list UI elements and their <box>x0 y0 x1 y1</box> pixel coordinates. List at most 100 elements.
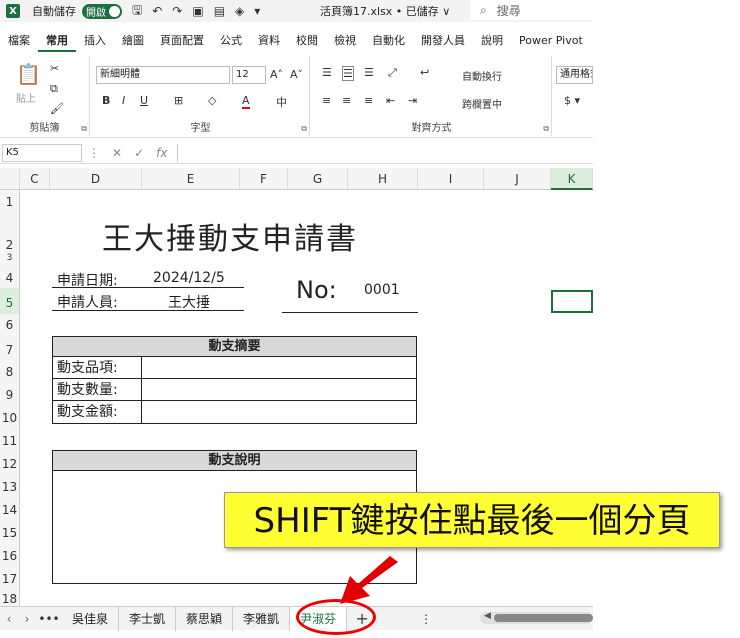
row-header-12[interactable]: 12 <box>0 450 20 473</box>
redo-icon[interactable]: ↷ <box>172 4 182 18</box>
fx-icon[interactable]: fx <box>156 146 167 160</box>
row-header-7[interactable]: 7 <box>0 336 20 358</box>
column-header-h[interactable]: H <box>348 168 418 190</box>
scrollbar-thumb[interactable] <box>494 614 593 622</box>
font-color-icon[interactable]: A <box>242 94 250 109</box>
alignment-launcher-icon[interactable]: ⧉ <box>543 124 549 134</box>
tab-file[interactable]: 檔案 <box>0 30 38 52</box>
row-header-11[interactable]: 11 <box>0 427 20 450</box>
select-all-corner[interactable] <box>0 168 20 190</box>
decrease-indent-icon[interactable]: ⇤ <box>386 94 395 107</box>
rtl-icon[interactable]: ↩ <box>420 66 429 79</box>
tab-formulas[interactable]: 公式 <box>212 30 250 52</box>
enter-icon[interactable]: ✓ <box>134 146 144 160</box>
autosave-toggle[interactable]: 開啟 <box>82 3 122 19</box>
column-header-e[interactable]: E <box>142 168 240 190</box>
tab-split-icon[interactable]: ⋮ <box>413 612 439 626</box>
bold-icon[interactable]: B <box>102 94 110 107</box>
tab-review[interactable]: 校閱 <box>288 30 326 52</box>
row-header-15[interactable]: 15 <box>0 519 20 542</box>
row-header-16[interactable]: 16 <box>0 542 20 565</box>
tab-power-pivot[interactable]: Power Pivot <box>511 30 591 52</box>
underline-icon[interactable]: U <box>140 94 148 107</box>
sheet-tab-3[interactable]: 蔡思穎 <box>176 606 234 631</box>
tab-automate[interactable]: 自動化 <box>364 30 413 52</box>
table-row[interactable]: 動支金額: <box>53 401 416 423</box>
phonetic-icon[interactable]: 中 <box>276 94 287 110</box>
row-header-6[interactable]: 6 <box>0 314 20 336</box>
wrap-text-button[interactable]: 自動換行 <box>462 68 502 83</box>
italic-icon[interactable]: I <box>122 94 125 107</box>
tab-developer[interactable]: 開發人員 <box>413 30 473 52</box>
orientation-icon[interactable]: ⤢ <box>388 66 397 80</box>
font-name-select[interactable]: 新細明體 <box>96 66 230 84</box>
tab-help[interactable]: 說明 <box>473 30 511 52</box>
number-format-select[interactable]: 通用格式 <box>556 66 593 84</box>
row-header-8[interactable]: 8 <box>0 358 20 381</box>
row-header-5[interactable]: 5 <box>0 288 20 314</box>
sheet-tab-2[interactable]: 李士凱 <box>119 606 177 631</box>
currency-icon[interactable]: $ ▾ <box>564 94 580 107</box>
tab-insert[interactable]: 插入 <box>76 30 114 52</box>
align-left-icon[interactable]: ≡ <box>322 94 331 107</box>
name-box[interactable]: K5 <box>2 143 82 162</box>
cut-icon[interactable]: ✂ <box>50 62 59 75</box>
tab-view[interactable]: 檢視 <box>326 30 364 52</box>
align-center-icon[interactable]: ≡ <box>342 94 351 107</box>
format-painter-icon[interactable]: 🖌 <box>50 102 64 115</box>
increase-font-icon[interactable]: A˄ <box>270 68 283 81</box>
row-header-3[interactable]: 3 <box>0 252 20 264</box>
cancel-icon[interactable]: ✕ <box>112 146 122 160</box>
row-header-10[interactable]: 10 <box>0 404 20 427</box>
paste-icon[interactable]: 📋 <box>16 62 41 86</box>
sheet-tab-1[interactable]: 吳佳泉 <box>62 606 120 631</box>
horizontal-scrollbar[interactable] <box>480 612 593 624</box>
row-header-1[interactable]: 1 <box>0 190 20 214</box>
font-size-select[interactable]: 12 <box>232 66 266 84</box>
row-header-2[interactable]: 2 <box>0 214 20 252</box>
row-header-17[interactable]: 17 <box>0 565 20 588</box>
sheet-tab-4[interactable]: 李雅凱 <box>233 606 291 631</box>
increase-indent-icon[interactable]: ⇥ <box>408 94 417 107</box>
clipboard-launcher-icon[interactable]: ⧉ <box>81 124 87 134</box>
formula-input[interactable] <box>177 143 593 162</box>
border-icon[interactable]: ⊞ <box>174 94 183 107</box>
tab-draw[interactable]: 繪圖 <box>114 30 152 52</box>
row-header-9[interactable]: 9 <box>0 381 20 404</box>
row-header-14[interactable]: 14 <box>0 496 20 519</box>
tab-data[interactable]: 資料 <box>250 30 288 52</box>
row-header-4[interactable]: 4 <box>0 264 20 288</box>
tab-page-layout[interactable]: 頁面配置 <box>152 30 212 52</box>
table-row[interactable]: 動支數量: <box>53 379 416 401</box>
align-middle-icon[interactable]: ☰ <box>342 66 354 81</box>
fill-color-icon[interactable]: ◇ <box>208 94 216 107</box>
decrease-font-icon[interactable]: A˅ <box>290 68 303 81</box>
fill-icon[interactable]: ◈ <box>235 4 244 18</box>
selected-cell-k5[interactable] <box>551 290 593 313</box>
column-header-c[interactable]: C <box>20 168 50 190</box>
column-header-g[interactable]: G <box>288 168 348 190</box>
customize-icon[interactable]: ▾ <box>254 4 260 18</box>
align-bottom-icon[interactable]: ☰ <box>364 66 374 79</box>
scroll-tabs-left-icon[interactable]: ‹ <box>0 612 18 626</box>
column-header-d[interactable]: D <box>50 168 142 190</box>
column-header-i[interactable]: I <box>418 168 484 190</box>
row-header-13[interactable]: 13 <box>0 473 20 496</box>
row-header-18[interactable]: 18 <box>0 588 20 606</box>
column-header-j[interactable]: J <box>484 168 551 190</box>
save-icon[interactable]: 🖫 <box>132 1 142 22</box>
align-right-icon[interactable]: ≡ <box>364 94 373 107</box>
more-sheets-icon[interactable]: ••• <box>36 612 62 626</box>
column-header-k[interactable]: K <box>551 168 593 190</box>
search-box[interactable]: ⌕ 搜尋 <box>470 0 593 20</box>
scroll-tabs-right-icon[interactable]: › <box>18 612 36 626</box>
print-icon[interactable]: ▤ <box>214 4 225 18</box>
tab-home[interactable]: 常用 <box>38 30 76 52</box>
align-top-icon[interactable]: ☰ <box>322 66 332 79</box>
paste-label[interactable]: 貼上 <box>16 90 36 105</box>
merge-center-button[interactable]: 跨欄置中 <box>462 96 502 111</box>
undo-icon[interactable]: ↶ <box>152 4 162 18</box>
copy-icon[interactable]: ⧉ <box>50 82 58 96</box>
font-launcher-icon[interactable]: ⧉ <box>301 124 307 134</box>
column-header-f[interactable]: F <box>240 168 288 190</box>
